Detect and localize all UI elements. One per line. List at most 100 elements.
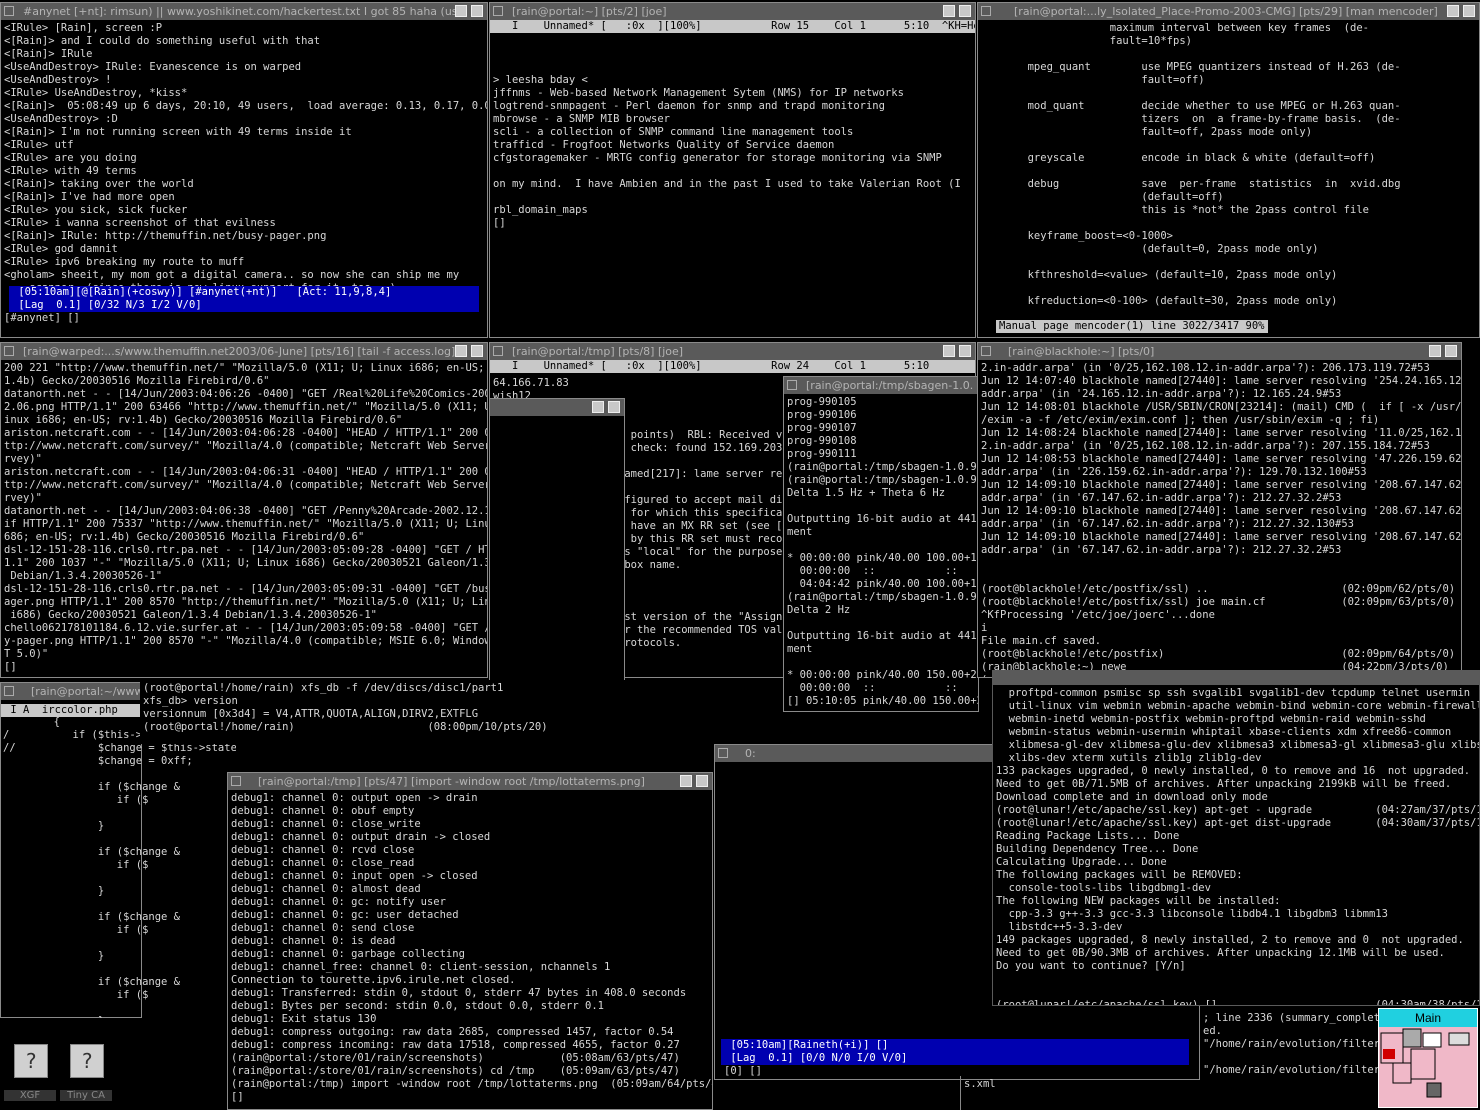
minimize-button[interactable]: [1447, 5, 1459, 17]
terminal-line: trafficd - Frogfoot Networks Quality of …: [493, 139, 835, 151]
terminal-line: }: [3, 1015, 233, 1018]
blackhole-window[interactable]: [rain@blackhole:~] [pts/0] 2.in-addr.arp…: [977, 342, 1462, 678]
terminal-line: protocols.: [618, 637, 682, 649]
terminal-line: <IRule> god damnit: [4, 243, 118, 255]
maximize-button[interactable]: [471, 5, 483, 17]
joe1-status-line: I Unnamed* [ :0x ][100%] Row 15 Col 1 5:…: [490, 20, 975, 33]
pager-workspace-map[interactable]: [1379, 1027, 1477, 1107]
maximize-button[interactable]: [959, 345, 971, 357]
sbagen-output: prog-990105 prog-990106 prog-990107 prog-99…: [784, 394, 978, 710]
terminal-line: ariston.netcraft.com - - [14/Jun/2003:04…: [4, 466, 487, 478]
minimize-button[interactable]: [1429, 345, 1441, 357]
terminal-line: 200 221 "http://www.themuffin.net/" "Moz…: [4, 362, 487, 374]
terminal-line: <UseAndDestroy> !: [4, 74, 112, 86]
terminal-line: addr.arpa' (in '67.147.62.in-addr.arpa'?…: [981, 544, 1342, 556]
import-window[interactable]: [rain@portal:/tmp] [pts/47] [import -win…: [227, 772, 713, 1110]
irc-window[interactable]: #anynet [+nt]: rimsun) || www.yoshikinet…: [0, 2, 488, 338]
terminal-line: datanorth.net - - [14/Jun/2003:04:06:38 …: [4, 505, 487, 517]
terminal-line: Do you want to continue? [Y/n]: [996, 960, 1186, 972]
minimize-button[interactable]: [455, 5, 467, 17]
irc-window-title: #anynet [+nt]: rimsun) || www.yoshikinet…: [23, 5, 464, 18]
minimize-button[interactable]: [455, 345, 467, 357]
joe-window-1[interactable]: [rain@portal:~] [pts/2] [joe] I Unnamed*…: [489, 2, 976, 338]
terminal-line: prog-990111: [787, 448, 857, 460]
pager-window-thumb: [1402, 1028, 1422, 1048]
minimize-button[interactable]: [680, 775, 692, 787]
joe2-buffer-right[interactable]: 3 points) RBL: Received vl check: found …: [615, 375, 791, 652]
terminal-line: <[Rain]> IRule: http://themuffin.net/bus…: [4, 230, 327, 242]
terminal-line: fault=off, 2pass mode only): [996, 126, 1313, 138]
tinyca-app-icon[interactable]: ?: [70, 1044, 104, 1078]
terminal-line: util-linux vim webmin webmin-apache webm…: [996, 700, 1479, 712]
terminal-line: prog-990108: [787, 435, 857, 447]
terminal-line: proftpd-common psmisc sp ssh svgalib1 sv…: [996, 687, 1471, 699]
evolution-fragment: ; line 2336 (summary_complet ed. "/home/ra…: [1200, 1010, 1381, 1094]
sbagen-window[interactable]: [rain@portal:/tmp/sbagen-1.0. prog-99010…: [783, 376, 979, 712]
window-menu-icon[interactable]: [981, 346, 991, 356]
php-code[interactable]: {/ if ($this->state[0] != $this->state[1…: [0, 714, 236, 1018]
maximize-button[interactable]: [1463, 5, 1475, 17]
terminal-line: inux i686; en-US; rv:1.4b) Gecko/2003051…: [4, 414, 403, 426]
terminal-line: Jun 12 14:08:01 blackhole /USR/SBIN/CRON…: [981, 401, 1461, 413]
terminal-line: <[Rain]> taking over the world: [4, 178, 194, 190]
sbagen-titlebar[interactable]: [rain@portal:/tmp/sbagen-1.0.: [784, 377, 978, 394]
joe1-titlebar[interactable]: [rain@portal:~] [pts/2] [joe]: [490, 3, 975, 20]
window-menu-icon[interactable]: [787, 380, 797, 390]
terminal-line: * 00:00:00 pink/40.00 100.00+1.5: [787, 552, 978, 564]
joe1-buffer[interactable]: > leesha bday < jffnms - Web-based Networ…: [490, 33, 975, 232]
irc-titlebar[interactable]: #anynet [+nt]: rimsun) || www.yoshikinet…: [1, 3, 487, 20]
window-menu-icon[interactable]: [231, 776, 241, 786]
xgf-app-icon[interactable]: ?: [14, 1044, 48, 1078]
terminal-line: if ($: [3, 859, 149, 871]
terminal-line: 00:00:00 :: ::: [787, 565, 958, 577]
irc-input[interactable]: [#anynet] []: [1, 312, 487, 325]
terminal-line: rvey)": [4, 492, 42, 504]
workspace-pager[interactable]: Main: [1378, 1008, 1478, 1108]
window-menu-icon[interactable]: [4, 6, 14, 16]
window-menu-icon[interactable]: [981, 6, 991, 16]
minimize-button[interactable]: [943, 5, 955, 17]
joe2-titlebar[interactable]: [rain@portal:/tmp] [pts/8] [joe]: [490, 343, 975, 360]
maximize-button[interactable]: [696, 775, 708, 787]
terminal-line: webmin-status webmin-usermin whiptail xb…: [996, 726, 1452, 738]
terminal-line: debug1: channel 0: close_read: [231, 857, 415, 869]
maximize-button[interactable]: [1445, 345, 1457, 357]
pager-window-thumb: [1422, 1032, 1442, 1048]
terminal-line: <IRule> utf: [4, 139, 74, 151]
minimize-button[interactable]: [943, 345, 955, 357]
window-menu-icon[interactable]: [4, 346, 14, 356]
blackhole-titlebar[interactable]: [rain@blackhole:~] [pts/0]: [978, 343, 1461, 360]
tail-window[interactable]: [rain@warped:...s/www.themuffin.net2003/…: [0, 342, 488, 678]
terminal-line: xfs_db> version: [143, 695, 238, 707]
apt-window[interactable]: proftpd-common psmisc sp ssh svgalib1 sv…: [992, 670, 1480, 1006]
man-titlebar[interactable]: [rain@portal:...ly_Isolated_Place-Promo-…: [978, 3, 1479, 20]
window-menu-icon[interactable]: [493, 346, 503, 356]
terminal-line: <UseAndDestroy> :D: [4, 113, 118, 125]
xgf-icon-label: XGF: [4, 1090, 56, 1101]
terminal-line: or the recommended TOS valu: [618, 624, 789, 636]
window-menu-icon[interactable]: [4, 686, 14, 696]
maximize-button[interactable]: [608, 401, 620, 413]
minimize-button[interactable]: [592, 401, 604, 413]
apt-titlebar[interactable]: [993, 671, 1479, 685]
maximize-button[interactable]: [959, 5, 971, 17]
php-titlebar[interactable]: [rain@portal:~/www: [1, 683, 141, 700]
man-window[interactable]: [rain@portal:...ly_Isolated_Place-Promo-…: [977, 2, 1480, 338]
terminal-line: if ($: [3, 924, 149, 936]
import-titlebar[interactable]: [rain@portal:/tmp] [pts/47] [import -win…: [228, 773, 712, 790]
pager-title: Main: [1379, 1009, 1477, 1027]
small-titlebar[interactable]: [490, 399, 624, 416]
window-menu-icon[interactable]: [493, 6, 503, 16]
terminal-line: ttp://www.netcraft.com/survey/" "Mozilla…: [4, 479, 487, 491]
tail-titlebar[interactable]: [rain@warped:...s/www.themuffin.net2003/…: [1, 343, 487, 360]
maximize-button[interactable]: [471, 345, 483, 357]
window-menu-icon[interactable]: [718, 748, 728, 758]
